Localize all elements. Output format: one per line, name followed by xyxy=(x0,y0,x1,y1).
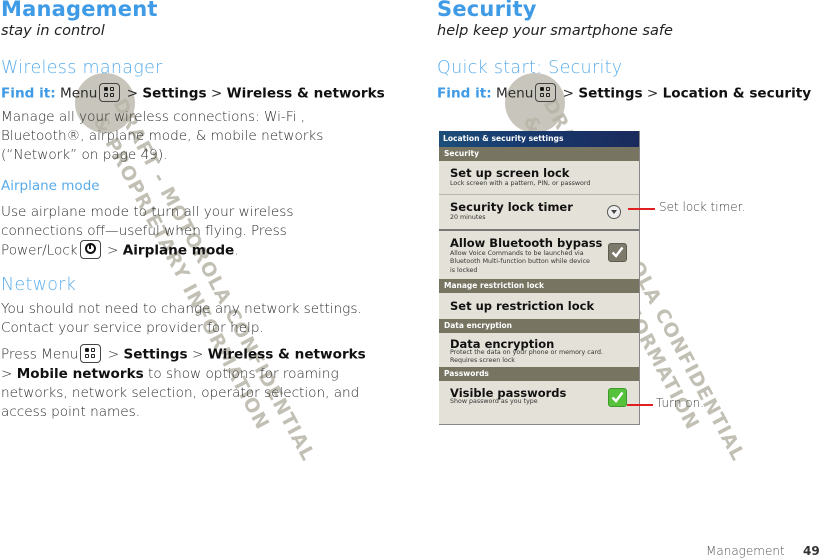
footer-section-name: Management xyxy=(706,544,785,558)
power-key-icon xyxy=(79,240,101,259)
section-header-security: Security xyxy=(439,147,639,161)
checkmark-icon xyxy=(611,246,624,258)
setting-visible-passwords[interactable]: Visible passwords Show password as you t… xyxy=(439,381,639,411)
menu-key-icon xyxy=(535,83,557,102)
path-wireless-networks: Wireless & networks xyxy=(226,85,385,102)
page-subtitle-management: stay in control xyxy=(1,23,105,39)
heading-network: Network xyxy=(1,275,77,295)
setting-screen-lock[interactable]: Set up screen lock Lock screen with a pa… xyxy=(439,161,639,195)
find-it-security: Find it: Menu > Settings > Location & se… xyxy=(437,83,811,103)
network-body-1: You should not need to change any networ… xyxy=(1,301,362,336)
phone-screen-location-security: Location & security settings Security Se… xyxy=(439,131,640,425)
footer-page-number: 49 xyxy=(803,544,819,558)
heading-airplane-mode: Airplane mode xyxy=(1,178,100,194)
find-it-label: Find it: xyxy=(1,85,56,102)
network-body-2: Press Menu > Settings > Wireless & netwo… xyxy=(1,344,376,422)
menu-text: Menu xyxy=(60,85,98,102)
callout-line-visible-passwords xyxy=(627,404,653,406)
heading-wireless-manager: Wireless manager xyxy=(1,58,163,78)
section-header-data-encryption: Data encryption xyxy=(439,319,639,333)
callout-line-lock-timer xyxy=(628,208,655,210)
callout-set-lock-timer: Set lock timer. xyxy=(659,200,746,214)
checkbox-bluetooth-bypass[interactable] xyxy=(608,243,627,262)
page-title-management: Management xyxy=(1,0,158,21)
page-subtitle-security: help keep your smartphone safe xyxy=(437,23,673,39)
heading-quick-start: Quick start: Security xyxy=(437,58,623,78)
section-header-passwords: Passwords xyxy=(439,367,639,381)
find-it-wireless: Find it: Menu > Settings > Wireless & ne… xyxy=(1,83,385,103)
dropdown-arrow-icon[interactable] xyxy=(607,205,621,219)
checkmark-icon xyxy=(611,391,624,403)
setting-restriction-lock[interactable]: Set up restriction lock xyxy=(439,293,639,319)
callout-turn-on: Turn on. xyxy=(656,396,705,410)
menu-key-icon xyxy=(99,83,121,102)
setting-data-encryption[interactable]: Data encryption Protect the data on your… xyxy=(439,333,639,367)
setting-bluetooth-bypass[interactable]: Allow Bluetooth bypass Allow Voice Comma… xyxy=(439,231,639,279)
setting-security-lock-timer[interactable]: Security lock timer 20 minutes xyxy=(439,195,639,231)
wireless-manager-body: Manage all your wireless connections: Wi… xyxy=(1,109,324,163)
menu-key-icon xyxy=(80,344,102,363)
page-title-security: Security xyxy=(437,0,537,21)
checkbox-visible-passwords[interactable] xyxy=(608,388,627,407)
airplane-mode-body: Use airplane mode to turn all your wirel… xyxy=(1,204,294,259)
section-header-manage-restriction: Manage restriction lock xyxy=(439,279,639,293)
screen-title-bar: Location & security settings xyxy=(439,131,639,147)
path-settings: Settings xyxy=(142,85,207,102)
